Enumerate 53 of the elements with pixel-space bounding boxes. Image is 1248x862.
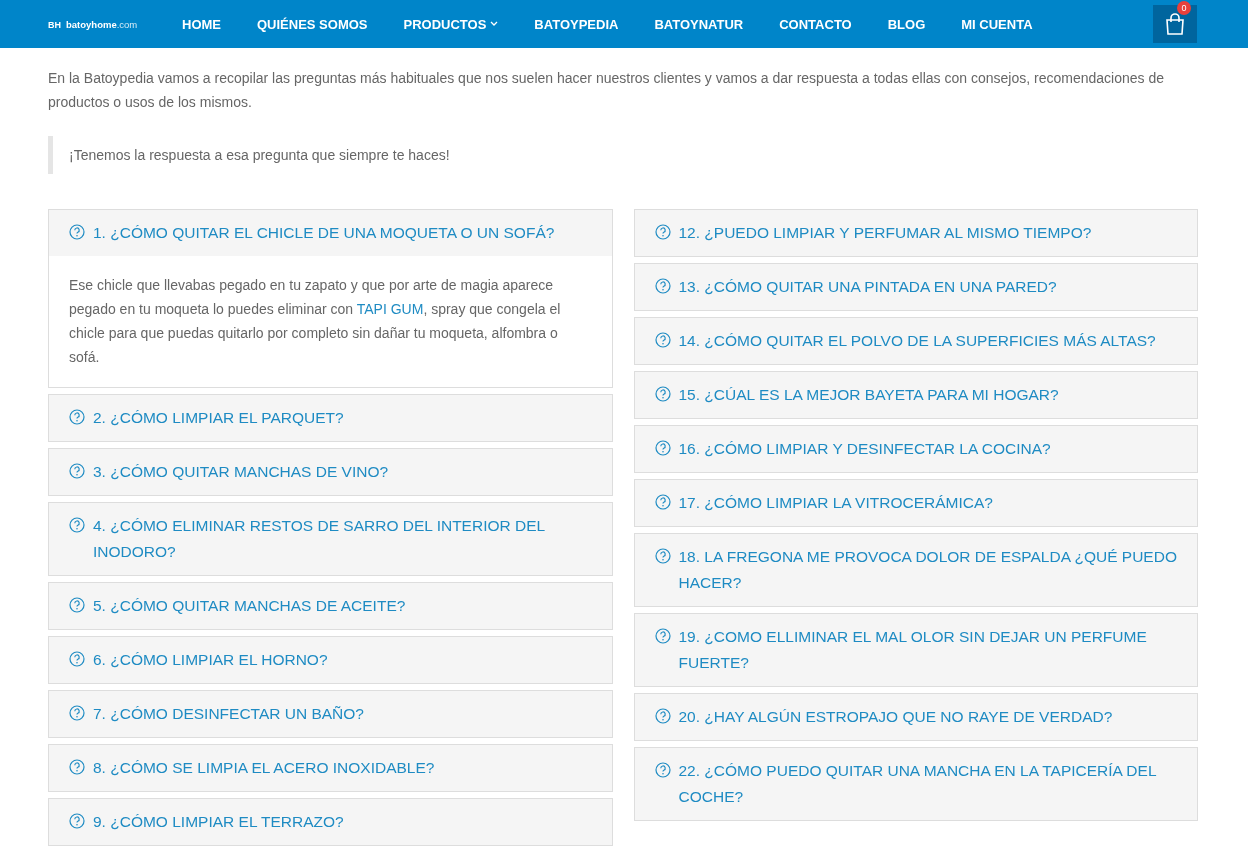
nav-link[interactable]: CONTACTO <box>779 16 852 32</box>
faq-question[interactable]: 22. ¿CÓMO PUEDO QUITAR UNA MANCHA EN LA TAPICERÍA DEL COCHE? <box>634 748 1197 820</box>
logo-text[interactable]: batoyhome.com <box>66 18 138 30</box>
nav-link[interactable]: PRODUCTOS <box>403 16 499 32</box>
faq-question[interactable]: 4. ¿CÓMO ELIMINAR RESTOS DE SARRO DEL INTERIOR DEL INODORO? <box>49 503 612 575</box>
cart-count-badge: 0 <box>1177 1 1191 15</box>
shopping-bag-icon <box>1165 13 1185 35</box>
faq-question[interactable]: 19. ¿COMO ELLIMINAR EL MAL OLOR SIN DEJAR UN PERFUME FUERTE? <box>634 614 1197 686</box>
question-circle-icon <box>654 762 671 778</box>
question-circle-icon <box>654 386 671 402</box>
question-circle-icon <box>654 332 671 348</box>
question-circle-icon <box>69 409 85 425</box>
faq-question[interactable]: 1. ¿CÓMO QUITAR EL CHICLE DE UNA MOQUETA O UN SOFÁ? <box>49 210 612 256</box>
question-circle-icon <box>69 597 85 613</box>
faq-answer: Ese chicle que llevabas pegado en tu zapato y que por arte de magia aparece pegado en tu moqueta lo puedes eliminar con TAPI GUM, spray que congela el chicle para que puedas quitarlo por completo sin dañar tu moqueta, alfombra o sofá. <box>68 276 562 367</box>
question-circle-icon <box>654 708 671 724</box>
question-circle-icon <box>654 494 671 510</box>
faq-question[interactable]: 12. ¿PUEDO LIMPIAR Y PERFUMAR AL MISMO TIEMPO? <box>634 210 1197 256</box>
question-circle-icon <box>69 759 85 775</box>
nav-link[interactable]: BATOYPEDIA <box>534 16 619 32</box>
faq-question[interactable]: 17. ¿CÓMO LIMPIAR LA VITROCERÁMICA? <box>634 480 1197 526</box>
faq-question[interactable]: 18. LA FREGONA ME PROVOCA DOLOR DE ESPALDA ¿QUÉ PUEDO HACER? <box>634 534 1197 606</box>
nav-link[interactable]: QUIÉNES SOMOS <box>257 16 368 32</box>
question-circle-icon <box>69 463 85 479</box>
faq-question[interactable]: 7. ¿CÓMO DESINFECTAR UN BAÑO? <box>49 691 612 737</box>
question-circle-icon <box>654 278 671 294</box>
question-circle-icon <box>654 440 671 456</box>
nav-link[interactable]: BATOYNATUR <box>654 16 744 32</box>
question-circle-icon <box>69 651 85 667</box>
faq-question[interactable]: 6. ¿CÓMO LIMPIAR EL HORNO? <box>49 637 612 683</box>
faq-question[interactable]: 2. ¿CÓMO LIMPIAR EL PARQUET? <box>49 395 612 441</box>
question-circle-icon <box>69 517 85 533</box>
faq-question[interactable]: 20. ¿HAY ALGÚN ESTROPAJO QUE NO RAYE DE VERDAD? <box>634 694 1197 740</box>
faq-question[interactable]: 13. ¿CÓMO QUITAR UNA PINTADA EN UNA PARED? <box>634 264 1197 310</box>
intro-paragraph: En la Batoypedia vamos a recopilar las preguntas más habituales que nos suelen hacer nuestros clientes y vamos a dar respuesta a todas ellas con consejos, recomendaciones de productos o usos de los mismos. <box>48 69 1165 112</box>
question-circle-icon <box>654 628 671 644</box>
logo-mark: BH <box>48 19 61 30</box>
question-circle-icon <box>654 224 671 240</box>
question-circle-icon <box>654 548 671 564</box>
nav-link[interactable]: HOME <box>182 16 221 32</box>
faq-question[interactable]: 14. ¿CÓMO QUITAR EL POLVO DE LA SUPERFICIES MÁS ALTAS? <box>634 318 1197 364</box>
faq-question[interactable]: 5. ¿CÓMO QUITAR MANCHAS DE ACEITE? <box>49 583 612 629</box>
question-circle-icon <box>69 224 85 240</box>
nav-link[interactable]: BLOG <box>887 16 926 32</box>
question-circle-icon <box>69 705 85 721</box>
faq-question[interactable]: 16. ¿CÓMO LIMPIAR Y DESINFECTAR LA COCINA? <box>634 426 1197 472</box>
nav-link[interactable]: MI CUENTA <box>961 16 1033 32</box>
faq-question[interactable]: 3. ¿CÓMO QUITAR MANCHAS DE VINO? <box>49 449 612 495</box>
faq-question[interactable]: 9. ¿CÓMO LIMPIAR EL TERRAZO? <box>49 799 612 845</box>
faq-question[interactable]: 15. ¿CÚAL ES LA MEJOR BAYETA PARA MI HOGAR? <box>634 372 1197 418</box>
question-circle-icon <box>69 813 85 829</box>
faq-question[interactable]: 8. ¿CÓMO SE LIMPIA EL ACERO INOXIDABLE? <box>49 745 612 791</box>
blockquote: ¡Tenemos la respuesta a esa pregunta que siempre te haces! <box>48 136 1198 174</box>
